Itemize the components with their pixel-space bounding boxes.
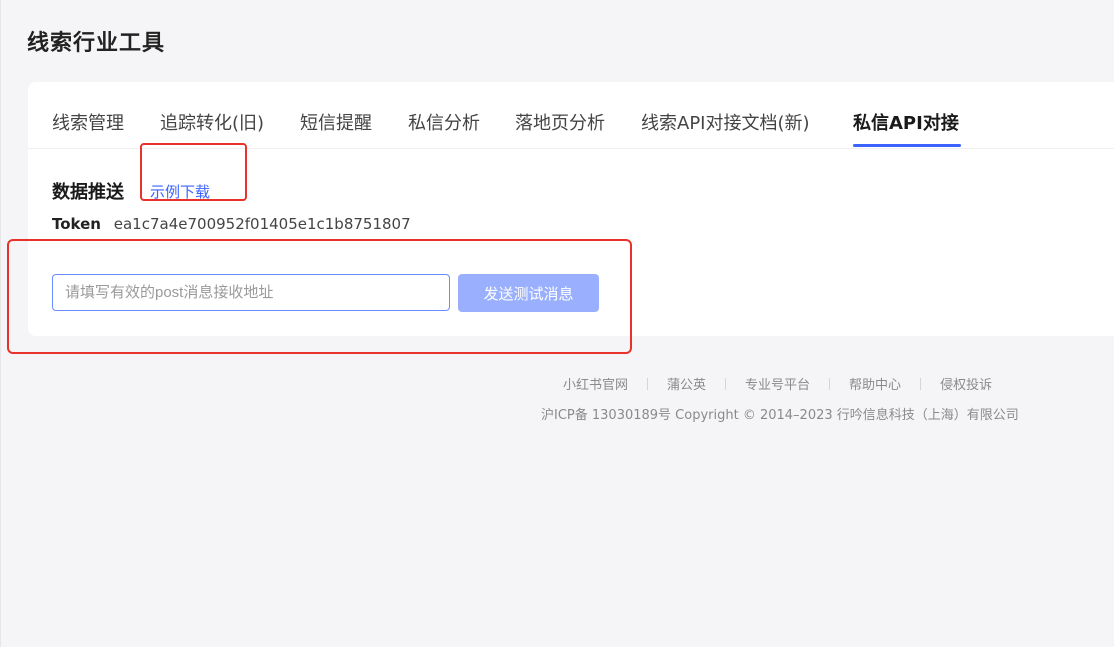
token-label: Token bbox=[52, 215, 101, 233]
data-push-title: 数据推送 bbox=[52, 182, 124, 203]
tab-lead-api-docs-new[interactable]: 线索API对接文档(新) bbox=[641, 109, 810, 135]
tab-sms-reminder[interactable]: 短信提醒 bbox=[300, 109, 372, 135]
footer-divider bbox=[647, 378, 649, 390]
token-row: Token ea1c7a4e700952f01405e1c1b8751807 bbox=[52, 215, 411, 233]
tab-tracking-conversion-old[interactable]: 追踪转化(旧) bbox=[160, 109, 264, 135]
footer-link-infringement-complaint[interactable]: 侵权投诉 bbox=[940, 378, 992, 393]
tab-bar: 线索管理 追踪转化(旧) 短信提醒 私信分析 落地页分析 线索API对接文档(新… bbox=[28, 82, 1114, 149]
tab-lead-management[interactable]: 线索管理 bbox=[52, 109, 124, 135]
footer-link-help-center[interactable]: 帮助中心 bbox=[849, 378, 901, 393]
tab-dm-analysis[interactable]: 私信分析 bbox=[408, 109, 480, 135]
footer-links: 小红书官网 蒲公英 专业号平台 帮助中心 侵权投诉 bbox=[563, 374, 992, 393]
footer-link-pugongying[interactable]: 蒲公英 bbox=[667, 378, 706, 393]
page-title: 线索行业工具 bbox=[27, 31, 166, 56]
footer-link-professional-platform[interactable]: 专业号平台 bbox=[745, 378, 810, 393]
token-value: ea1c7a4e700952f01405e1c1b8751807 bbox=[113, 215, 411, 233]
footer-divider bbox=[829, 378, 831, 390]
footer-divider bbox=[920, 378, 922, 390]
page: 线索行业工具 线索管理 追踪转化(旧) 短信提醒 私信分析 落地页分析 线索AP… bbox=[0, 0, 1114, 647]
send-test-message-button[interactable]: 发送测试消息 bbox=[458, 274, 599, 312]
tab-dm-api-integration[interactable]: 私信API对接 bbox=[853, 109, 959, 135]
post-url-input[interactable] bbox=[52, 274, 450, 311]
content-card: 线索管理 追踪转化(旧) 短信提醒 私信分析 落地页分析 线索API对接文档(新… bbox=[28, 82, 1114, 336]
active-tab-indicator bbox=[853, 144, 961, 147]
footer-link-xiaohongshu[interactable]: 小红书官网 bbox=[563, 378, 628, 393]
tab-landing-page-analysis[interactable]: 落地页分析 bbox=[515, 109, 605, 135]
footer-divider bbox=[725, 378, 727, 390]
footer-copyright: 沪ICP备 13030189号 Copyright © 2014–2023 行吟… bbox=[541, 408, 1019, 423]
sample-download-link[interactable]: 示例下载 bbox=[150, 181, 210, 202]
